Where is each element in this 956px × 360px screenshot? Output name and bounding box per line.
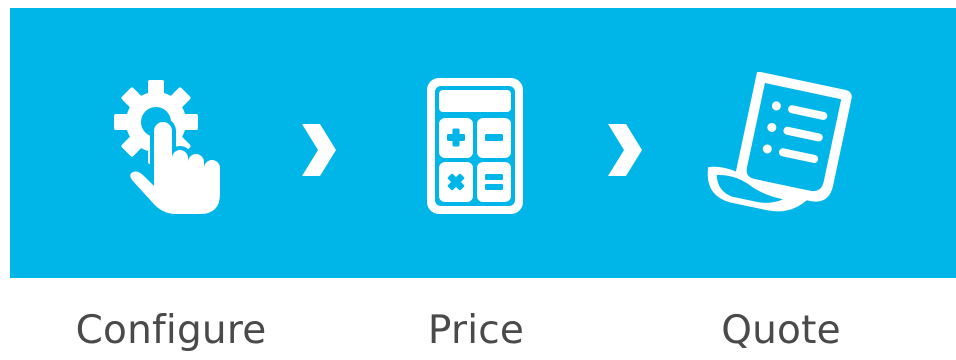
- step-label-price: Price: [427, 308, 525, 353]
- document-list-icon: [702, 72, 862, 222]
- chevron-right-icon: [298, 122, 338, 182]
- step-label-quote: Quote: [721, 308, 841, 353]
- step-label-configure: Configure: [75, 308, 267, 353]
- gear-with-pointing-hand-icon: [112, 78, 230, 220]
- calculator-icon: [425, 76, 525, 216]
- chevron-right-icon: [604, 122, 644, 182]
